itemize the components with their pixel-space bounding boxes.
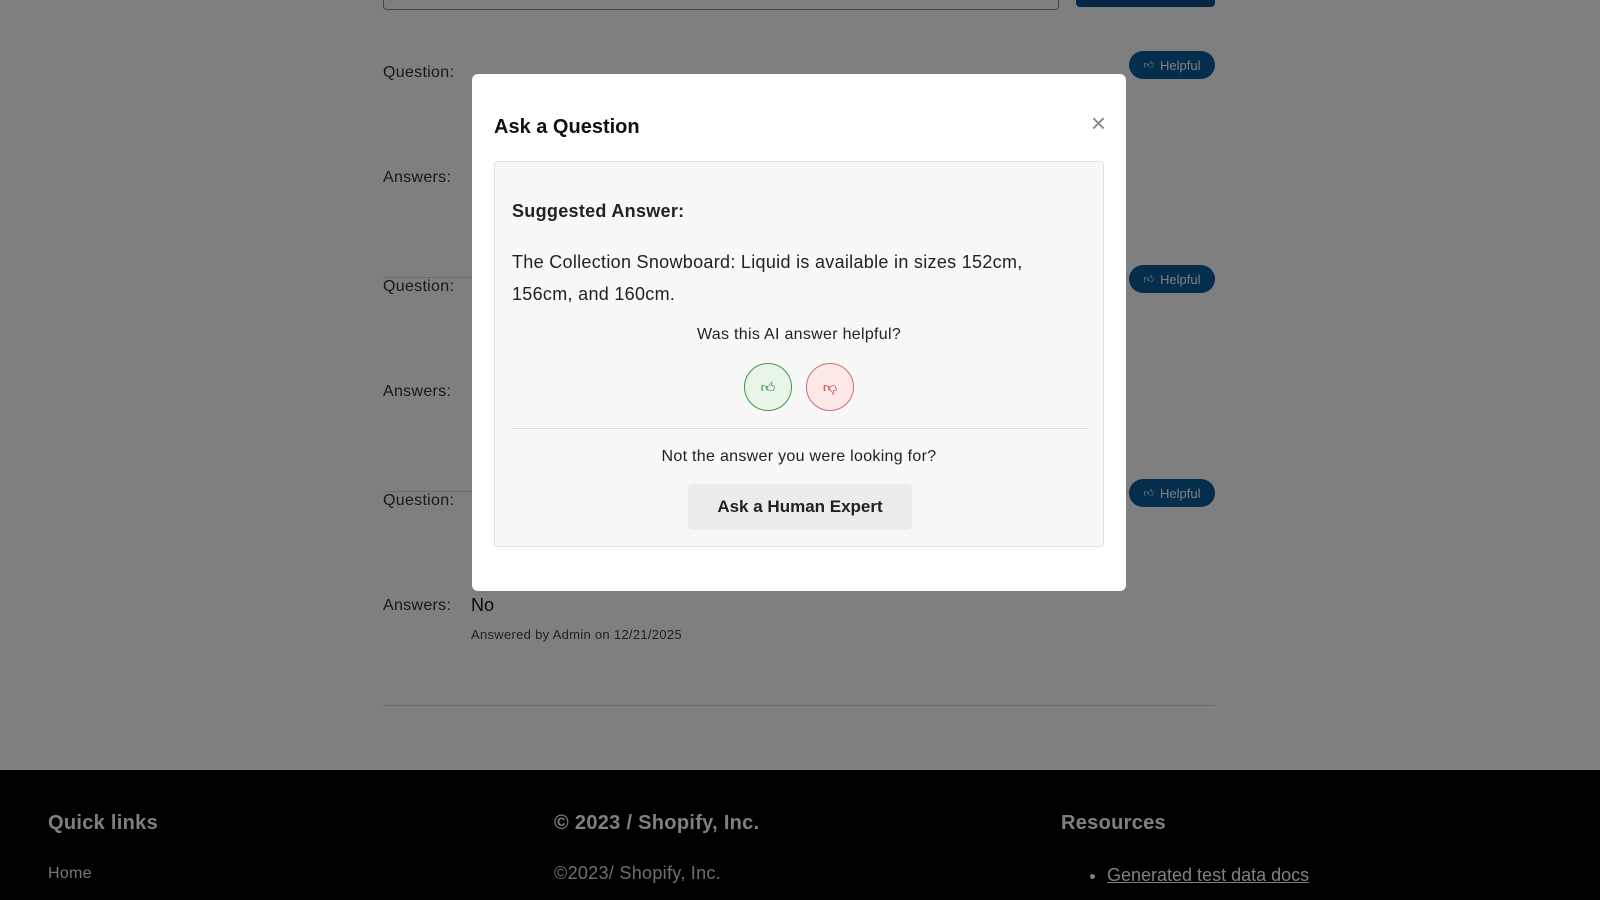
helpful-prompt: Was this AI answer helpful? — [696, 326, 902, 343]
thumbs-up-icon: 👍︎ — [760, 378, 776, 395]
not-answer-text: Not the answer you were looking for? — [661, 448, 937, 465]
thumbs-up-button[interactable]: 👍︎ — [744, 363, 792, 411]
thumbs-down-icon: 👎︎ — [822, 378, 838, 395]
close-icon[interactable]: × — [1091, 110, 1106, 136]
ask-question-modal: Ask a Question × Suggested Answer: The C… — [472, 74, 1126, 591]
suggested-answer-box: Suggested Answer: The Collection Snowboa… — [494, 161, 1104, 547]
modal-title: Ask a Question — [494, 116, 640, 138]
vote-buttons: 👍︎ 👎︎ — [495, 363, 1103, 411]
ask-human-expert-button[interactable]: Ask a Human Expert — [688, 484, 912, 530]
suggested-answer-heading: Suggested Answer: — [512, 201, 685, 221]
divider — [512, 428, 1088, 429]
thumbs-down-button[interactable]: 👎︎ — [806, 363, 854, 411]
suggested-answer-text: The Collection Snowboard: Liquid is avai… — [512, 252, 1023, 304]
